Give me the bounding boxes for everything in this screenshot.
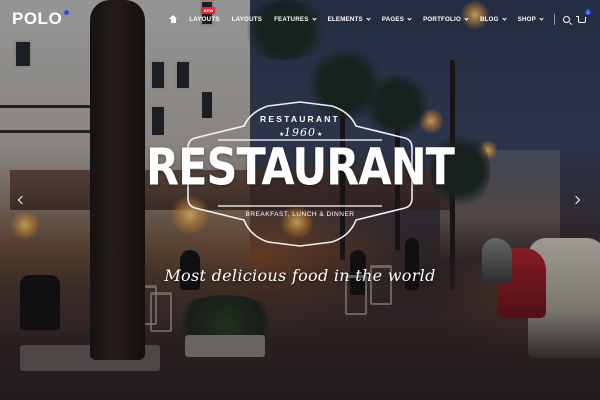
cart-button[interactable]: 0 xyxy=(576,9,591,25)
nav-item-portfolio[interactable]: Portfolio xyxy=(417,16,474,23)
nav-item-features[interactable]: Features xyxy=(268,16,322,23)
emblem-top-text: RESTAURANT xyxy=(260,114,340,124)
site-header: POLO NEW Layouts Layouts Features Elemen… xyxy=(0,0,600,38)
chevron-down-icon xyxy=(464,15,469,21)
home-icon xyxy=(169,15,178,23)
emblem-year: 1960 xyxy=(284,126,316,139)
nav-item-pages[interactable]: Pages xyxy=(376,16,417,23)
nav-item-label: Portfolio xyxy=(423,15,461,23)
nav-item-label: Features xyxy=(274,15,309,23)
nav-divider xyxy=(554,13,555,25)
nav-item-blog[interactable]: Blog xyxy=(474,16,512,23)
nav-item-elements[interactable]: Elements xyxy=(322,16,376,23)
chevron-down-icon xyxy=(539,15,544,21)
hero-title: RESTAURANT xyxy=(145,138,455,198)
nav-item-label: Layouts xyxy=(231,15,263,23)
chevron-down-icon xyxy=(502,15,507,21)
hero-slider: ★ ★ RESTAURANT 1960 RESTAURANT BREAKFAST… xyxy=(0,0,600,400)
cart-count-badge: 0 xyxy=(585,9,591,15)
nav-item-layouts-new[interactable]: NEW Layouts xyxy=(183,6,225,23)
nav-home[interactable] xyxy=(163,15,183,23)
main-nav: NEW Layouts Layouts Features Elements Pa… xyxy=(163,6,591,25)
logo-dot xyxy=(64,10,70,15)
search-button[interactable] xyxy=(560,13,572,25)
nav-item-label: Elements xyxy=(327,15,363,23)
cart-icon xyxy=(576,16,586,23)
chevron-down-icon xyxy=(407,15,412,21)
chevron-down-icon xyxy=(311,15,317,21)
nav-item-layouts[interactable]: Layouts xyxy=(226,16,268,23)
slider-prev-chevron-left-icon[interactable] xyxy=(16,194,28,206)
chevron-down-icon xyxy=(366,15,371,21)
nav-item-shop[interactable]: Shop xyxy=(512,16,549,23)
restaurant-emblem: ★ ★ xyxy=(187,101,413,247)
hero-subtitle: BREAKFAST, LUNCH & DINNER xyxy=(245,211,355,218)
nav-item-label: Layouts xyxy=(189,15,220,23)
logo-text: POLO xyxy=(12,9,63,28)
slider-next-chevron-right-icon[interactable] xyxy=(570,194,582,206)
hero-tagline: Most delicious food in the world xyxy=(164,266,436,285)
nav-item-label: Pages xyxy=(381,15,405,23)
new-badge: NEW xyxy=(201,6,216,14)
nav-item-label: Shop xyxy=(517,15,536,23)
nav-item-label: Blog xyxy=(479,15,499,23)
search-icon xyxy=(562,15,570,23)
site-logo[interactable]: POLO xyxy=(12,9,70,29)
